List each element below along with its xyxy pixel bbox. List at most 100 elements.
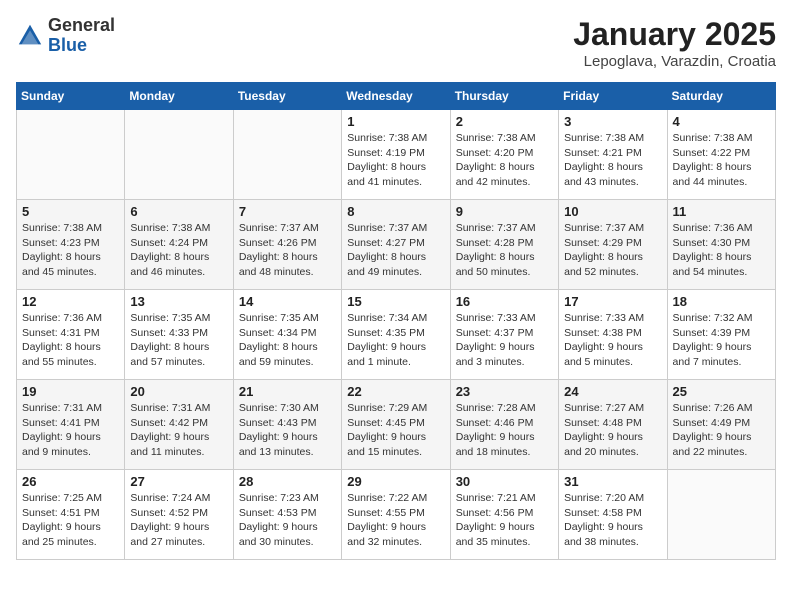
day-info: Sunrise: 7:28 AM Sunset: 4:46 PM Dayligh… bbox=[456, 401, 553, 460]
day-number: 22 bbox=[347, 384, 444, 399]
day-info: Sunrise: 7:35 AM Sunset: 4:33 PM Dayligh… bbox=[130, 311, 227, 370]
calendar-cell: 13 Sunrise: 7:35 AM Sunset: 4:33 PM Dayli… bbox=[125, 290, 233, 380]
weekday-header-monday: Monday bbox=[125, 83, 233, 110]
calendar-cell: 19 Sunrise: 7:31 AM Sunset: 4:41 PM Dayli… bbox=[17, 380, 125, 470]
day-info: Sunrise: 7:34 AM Sunset: 4:35 PM Dayligh… bbox=[347, 311, 444, 370]
logo-blue: Blue bbox=[48, 36, 115, 56]
day-info: Sunrise: 7:21 AM Sunset: 4:56 PM Dayligh… bbox=[456, 491, 553, 550]
calendar-cell bbox=[125, 110, 233, 200]
day-info: Sunrise: 7:38 AM Sunset: 4:21 PM Dayligh… bbox=[564, 131, 661, 190]
day-number: 26 bbox=[22, 474, 119, 489]
day-info: Sunrise: 7:35 AM Sunset: 4:34 PM Dayligh… bbox=[239, 311, 336, 370]
calendar-body: 1Sunrise: 7:38 AM Sunset: 4:19 PM Daylig… bbox=[17, 110, 776, 560]
day-info: Sunrise: 7:27 AM Sunset: 4:48 PM Dayligh… bbox=[564, 401, 661, 460]
day-info: Sunrise: 7:36 AM Sunset: 4:31 PM Dayligh… bbox=[22, 311, 119, 370]
day-number: 15 bbox=[347, 294, 444, 309]
calendar-cell: 28 Sunrise: 7:23 AM Sunset: 4:53 PM Dayli… bbox=[233, 470, 341, 560]
calendar-cell: 30 Sunrise: 7:21 AM Sunset: 4:56 PM Dayli… bbox=[450, 470, 558, 560]
day-number: 17 bbox=[564, 294, 661, 309]
day-number: 1 bbox=[347, 114, 444, 129]
day-info: Sunrise: 7:38 AM Sunset: 4:23 PM Dayligh… bbox=[22, 221, 119, 280]
day-number: 2 bbox=[456, 114, 553, 129]
day-number: 7 bbox=[239, 204, 336, 219]
calendar-cell: 1Sunrise: 7:38 AM Sunset: 4:19 PM Daylig… bbox=[342, 110, 450, 200]
day-number: 28 bbox=[239, 474, 336, 489]
day-number: 21 bbox=[239, 384, 336, 399]
day-number: 10 bbox=[564, 204, 661, 219]
day-number: 18 bbox=[673, 294, 770, 309]
day-info: Sunrise: 7:22 AM Sunset: 4:55 PM Dayligh… bbox=[347, 491, 444, 550]
day-number: 6 bbox=[130, 204, 227, 219]
calendar-cell: 8 Sunrise: 7:37 AM Sunset: 4:27 PM Daylig… bbox=[342, 200, 450, 290]
calendar-cell: 17 Sunrise: 7:33 AM Sunset: 4:38 PM Dayli… bbox=[559, 290, 667, 380]
calendar-cell: 22 Sunrise: 7:29 AM Sunset: 4:45 PM Dayli… bbox=[342, 380, 450, 470]
calendar-cell: 31 Sunrise: 7:20 AM Sunset: 4:58 PM Dayli… bbox=[559, 470, 667, 560]
logo: General Blue bbox=[16, 16, 115, 56]
weekday-header-wednesday: Wednesday bbox=[342, 83, 450, 110]
day-info: Sunrise: 7:37 AM Sunset: 4:26 PM Dayligh… bbox=[239, 221, 336, 280]
calendar-week-1: 1Sunrise: 7:38 AM Sunset: 4:19 PM Daylig… bbox=[17, 110, 776, 200]
month-title: January 2025 bbox=[573, 16, 776, 53]
weekday-header-sunday: Sunday bbox=[17, 83, 125, 110]
calendar-cell bbox=[667, 470, 775, 560]
calendar-cell: 6 Sunrise: 7:38 AM Sunset: 4:24 PM Daylig… bbox=[125, 200, 233, 290]
day-info: Sunrise: 7:32 AM Sunset: 4:39 PM Dayligh… bbox=[673, 311, 770, 370]
day-number: 23 bbox=[456, 384, 553, 399]
day-info: Sunrise: 7:36 AM Sunset: 4:30 PM Dayligh… bbox=[673, 221, 770, 280]
calendar-week-4: 19 Sunrise: 7:31 AM Sunset: 4:41 PM Dayli… bbox=[17, 380, 776, 470]
day-info: Sunrise: 7:38 AM Sunset: 4:24 PM Dayligh… bbox=[130, 221, 227, 280]
calendar-week-3: 12 Sunrise: 7:36 AM Sunset: 4:31 PM Dayli… bbox=[17, 290, 776, 380]
page-header: General Blue January 2025 Lepoglava, Var… bbox=[16, 16, 776, 70]
day-info: Sunrise: 7:37 AM Sunset: 4:27 PM Dayligh… bbox=[347, 221, 444, 280]
calendar-cell: 11 Sunrise: 7:36 AM Sunset: 4:30 PM Dayli… bbox=[667, 200, 775, 290]
day-number: 8 bbox=[347, 204, 444, 219]
calendar-cell: 2 Sunrise: 7:38 AM Sunset: 4:20 PM Daylig… bbox=[450, 110, 558, 200]
day-number: 19 bbox=[22, 384, 119, 399]
day-info: Sunrise: 7:23 AM Sunset: 4:53 PM Dayligh… bbox=[239, 491, 336, 550]
calendar-cell: 15 Sunrise: 7:34 AM Sunset: 4:35 PM Dayli… bbox=[342, 290, 450, 380]
day-number: 12 bbox=[22, 294, 119, 309]
day-number: 9 bbox=[456, 204, 553, 219]
day-number: 13 bbox=[130, 294, 227, 309]
day-number: 11 bbox=[673, 204, 770, 219]
day-info: Sunrise: 7:38 AM Sunset: 4:22 PM Dayligh… bbox=[673, 131, 770, 190]
calendar-cell: 23 Sunrise: 7:28 AM Sunset: 4:46 PM Dayli… bbox=[450, 380, 558, 470]
weekday-header-thursday: Thursday bbox=[450, 83, 558, 110]
day-info: Sunrise: 7:29 AM Sunset: 4:45 PM Dayligh… bbox=[347, 401, 444, 460]
day-number: 31 bbox=[564, 474, 661, 489]
title-block: January 2025 Lepoglava, Varazdin, Croati… bbox=[573, 16, 776, 70]
calendar-cell: 10 Sunrise: 7:37 AM Sunset: 4:29 PM Dayli… bbox=[559, 200, 667, 290]
calendar-cell: 18 Sunrise: 7:32 AM Sunset: 4:39 PM Dayli… bbox=[667, 290, 775, 380]
logo-general: General bbox=[48, 16, 115, 36]
location: Lepoglava, Varazdin, Croatia bbox=[573, 53, 776, 70]
calendar-header: SundayMondayTuesdayWednesdayThursdayFrid… bbox=[17, 83, 776, 110]
day-info: Sunrise: 7:31 AM Sunset: 4:41 PM Dayligh… bbox=[22, 401, 119, 460]
calendar-cell: 14 Sunrise: 7:35 AM Sunset: 4:34 PM Dayli… bbox=[233, 290, 341, 380]
weekday-header-tuesday: Tuesday bbox=[233, 83, 341, 110]
day-info: Sunrise: 7:33 AM Sunset: 4:38 PM Dayligh… bbox=[564, 311, 661, 370]
calendar-cell: 21 Sunrise: 7:30 AM Sunset: 4:43 PM Dayli… bbox=[233, 380, 341, 470]
calendar-week-5: 26 Sunrise: 7:25 AM Sunset: 4:51 PM Dayli… bbox=[17, 470, 776, 560]
calendar-table: SundayMondayTuesdayWednesdayThursdayFrid… bbox=[16, 82, 776, 560]
calendar-cell: 24Sunrise: 7:27 AM Sunset: 4:48 PM Dayli… bbox=[559, 380, 667, 470]
day-info: Sunrise: 7:20 AM Sunset: 4:58 PM Dayligh… bbox=[564, 491, 661, 550]
calendar-cell: 3Sunrise: 7:38 AM Sunset: 4:21 PM Daylig… bbox=[559, 110, 667, 200]
day-number: 16 bbox=[456, 294, 553, 309]
day-number: 5 bbox=[22, 204, 119, 219]
calendar-cell bbox=[233, 110, 341, 200]
day-number: 14 bbox=[239, 294, 336, 309]
day-info: Sunrise: 7:26 AM Sunset: 4:49 PM Dayligh… bbox=[673, 401, 770, 460]
day-info: Sunrise: 7:25 AM Sunset: 4:51 PM Dayligh… bbox=[22, 491, 119, 550]
weekday-header-saturday: Saturday bbox=[667, 83, 775, 110]
day-info: Sunrise: 7:37 AM Sunset: 4:29 PM Dayligh… bbox=[564, 221, 661, 280]
day-info: Sunrise: 7:31 AM Sunset: 4:42 PM Dayligh… bbox=[130, 401, 227, 460]
day-number: 25 bbox=[673, 384, 770, 399]
day-info: Sunrise: 7:33 AM Sunset: 4:37 PM Dayligh… bbox=[456, 311, 553, 370]
day-info: Sunrise: 7:38 AM Sunset: 4:20 PM Dayligh… bbox=[456, 131, 553, 190]
calendar-week-2: 5 Sunrise: 7:38 AM Sunset: 4:23 PM Daylig… bbox=[17, 200, 776, 290]
day-number: 30 bbox=[456, 474, 553, 489]
calendar-cell: 29 Sunrise: 7:22 AM Sunset: 4:55 PM Dayli… bbox=[342, 470, 450, 560]
calendar-cell: 7 Sunrise: 7:37 AM Sunset: 4:26 PM Daylig… bbox=[233, 200, 341, 290]
day-number: 29 bbox=[347, 474, 444, 489]
day-info: Sunrise: 7:30 AM Sunset: 4:43 PM Dayligh… bbox=[239, 401, 336, 460]
